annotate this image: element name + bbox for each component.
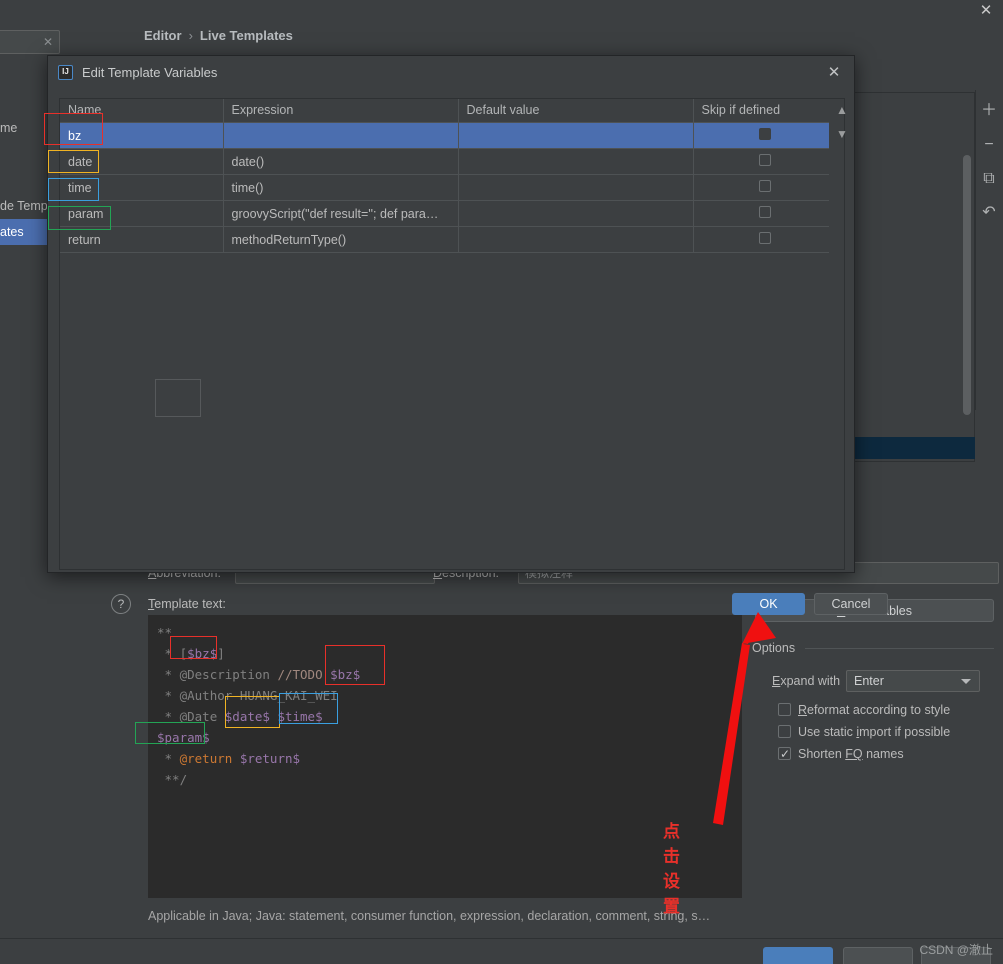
cell-default-value[interactable] [458, 200, 694, 227]
breadcrumb-separator: › [188, 28, 193, 43]
templates-list-scrollbar[interactable] [963, 155, 971, 415]
cell-expression[interactable] [223, 122, 459, 149]
checkbox-shorten-fq-names[interactable]: Shorten FQ names [778, 745, 904, 763]
expand-with-label: Expand with [772, 674, 841, 688]
options-divider [805, 648, 994, 649]
checkbox-reformat-according-to-style[interactable]: Reformat according to style [778, 701, 950, 719]
undo-icon[interactable]: ↶ [979, 203, 999, 223]
clear-icon[interactable]: ✕ [43, 35, 53, 49]
cell-expression[interactable]: date() [223, 148, 459, 175]
column-header-default-value[interactable]: Default value [458, 99, 694, 123]
table-row[interactable]: param groovyScript("def result=''; def p… [60, 200, 829, 227]
template-text-editor[interactable]: ** * [$bz$] * @Description //TODO $bz$ *… [148, 615, 742, 898]
checkbox-label-reformat-rest: eformat according to style [807, 703, 951, 717]
placeholder-box [155, 379, 201, 417]
checkbox-label-shorten-fq: Shorten FQ names [798, 747, 904, 761]
cell-default-value[interactable] [458, 226, 694, 253]
variables-table: Name Expression Default value Skip if de… [60, 99, 829, 253]
cell-default-value[interactable] [458, 148, 694, 175]
intellij-idea-icon: IJ [58, 65, 73, 80]
cell-expression[interactable]: groovyScript("def result=''; def para… [223, 200, 459, 227]
column-header-expression[interactable]: Expression [223, 99, 459, 123]
cell-expression[interactable]: time() [223, 174, 459, 201]
watermark: CSDN @澈止 [919, 943, 993, 957]
cell-skip-if-defined[interactable] [693, 148, 829, 175]
breadcrumb-current: Live Templates [199, 28, 293, 43]
expand-with-value: Enter [854, 674, 884, 688]
arrow-down-icon[interactable]: ▼ [829, 127, 855, 150]
breadcrumb: Editor › Live Templates [144, 28, 293, 43]
checkbox-box [778, 745, 791, 763]
minus-icon[interactable]: − [979, 135, 999, 155]
ok-button[interactable]: OK [732, 593, 805, 615]
cell-expression[interactable]: methodReturnType() [223, 226, 459, 253]
checkbox-use-static-import[interactable]: Use static import if possible [778, 723, 950, 741]
window-title-bar: ✕ [0, 0, 1003, 22]
table-header-row: Name Expression Default value Skip if de… [60, 99, 829, 123]
templates-list-selected-row[interactable] [851, 437, 975, 459]
cell-skip-if-defined[interactable] [693, 174, 829, 201]
column-header-name[interactable]: Name [60, 99, 224, 123]
templates-list-panel [850, 92, 975, 462]
arrow-up-icon[interactable]: ▲ [829, 103, 855, 126]
skip-if-defined-checkbox[interactable] [758, 180, 771, 192]
checkbox-label-static-import: Use static import if possible [798, 725, 951, 739]
cell-skip-if-defined[interactable] [693, 122, 829, 149]
breadcrumb-parent[interactable]: Editor [144, 28, 182, 43]
plus-icon[interactable]: ＋ [979, 101, 999, 121]
column-header-skip-if-defined[interactable]: Skip if defined [693, 99, 829, 123]
skip-if-defined-checkbox[interactable] [758, 128, 771, 140]
bottom-cancel-button[interactable] [843, 947, 913, 964]
variables-table-wrapper: Name Expression Default value Skip if de… [59, 98, 848, 570]
templates-toolbar: ＋ − ⧉ ↶ [975, 95, 1003, 225]
expand-with-select[interactable]: Enter [846, 670, 980, 692]
cell-name[interactable]: return [60, 226, 224, 253]
chevron-down-icon [961, 679, 971, 684]
cancel-button[interactable]: Cancel [814, 593, 888, 615]
cell-default-value[interactable] [458, 174, 694, 201]
checkbox-box [778, 703, 791, 716]
options-section-title: Options [752, 641, 801, 655]
window-close-icon[interactable]: ✕ [977, 2, 995, 20]
table-row[interactable]: bz [60, 122, 829, 149]
checkbox-box [778, 725, 791, 738]
cell-skip-if-defined[interactable] [693, 200, 829, 227]
bottom-ok-button[interactable] [763, 947, 833, 964]
dialog-close-icon[interactable]: ✕ [825, 64, 843, 82]
dialog-title-bar: IJ Edit Template Variables [48, 56, 854, 90]
table-row[interactable]: time time() [60, 174, 829, 201]
cell-name[interactable]: param [60, 200, 224, 227]
template-text-label: Template text: [148, 597, 226, 611]
skip-if-defined-checkbox[interactable] [758, 206, 771, 218]
cell-skip-if-defined[interactable] [693, 226, 829, 253]
skip-if-defined-checkbox[interactable] [758, 232, 771, 244]
cell-name[interactable]: time [60, 174, 224, 201]
edit-template-variables-dialog: IJ Edit Template Variables ✕ Name Expres… [47, 55, 888, 615]
cell-default-value[interactable] [458, 122, 694, 149]
dialog-title: Edit Template Variables [82, 65, 218, 80]
skip-if-defined-checkbox[interactable] [758, 154, 771, 166]
cell-name[interactable]: date [60, 148, 224, 175]
applicable-context-text: Applicable in Java; Java: statement, con… [148, 909, 711, 923]
settings-search-input[interactable]: ✕ [0, 30, 60, 54]
table-row[interactable]: date date() [60, 148, 829, 175]
help-button[interactable]: ? [111, 594, 131, 614]
cell-name[interactable]: bz [60, 122, 224, 149]
copy-icon[interactable]: ⧉ [979, 169, 999, 189]
table-row[interactable]: return methodReturnType() [60, 226, 829, 253]
